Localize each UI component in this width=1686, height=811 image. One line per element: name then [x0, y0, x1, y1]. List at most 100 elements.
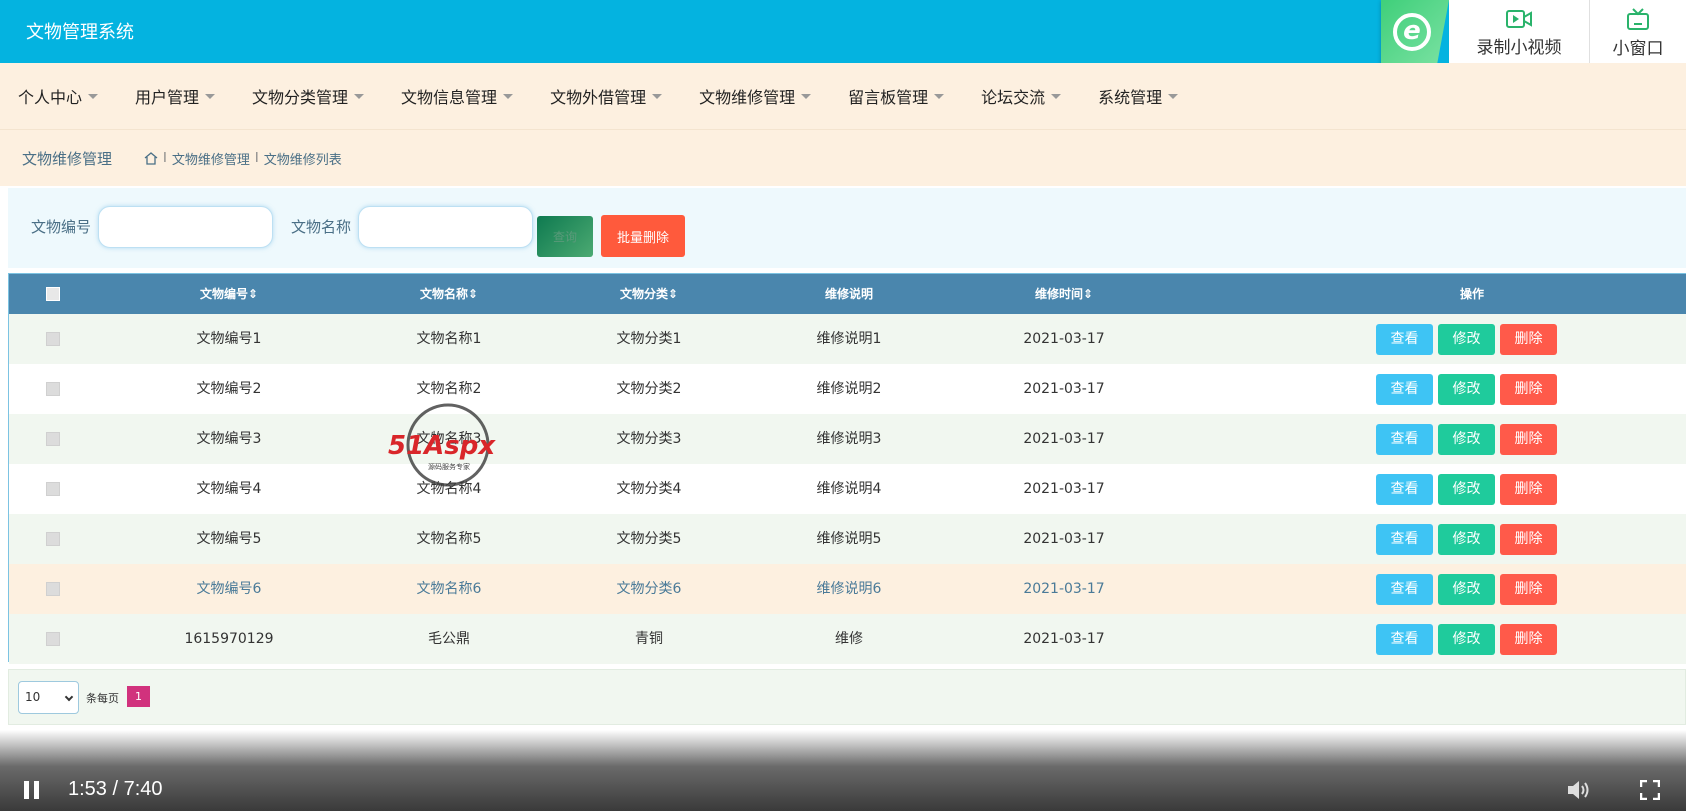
edit-button[interactable]: 修改	[1438, 474, 1495, 505]
delete-button[interactable]: 删除	[1500, 524, 1557, 555]
nav-item-info-management[interactable]: 文物信息管理	[401, 84, 514, 108]
cell-relic-id: 文物编号5	[196, 531, 262, 547]
video-player-controls: 1:53 / 7:40	[0, 730, 1686, 811]
breadcrumb-level2: 文物维修列表	[263, 153, 342, 168]
cell-relic-name: 毛公鼎	[428, 631, 470, 647]
nav-item-message-board[interactable]: 留言板管理	[848, 84, 945, 108]
nav-item-category-management[interactable]: 文物分类管理	[252, 84, 365, 108]
mini-window-label: 小窗口	[1612, 38, 1664, 59]
view-button[interactable]: 查看	[1376, 624, 1433, 655]
col-relic-id[interactable]: 文物编号⇕	[159, 274, 299, 314]
video-time: 1:53 / 7:40	[68, 778, 163, 800]
select-all-checkbox[interactable]	[46, 287, 60, 301]
table-row: 文物编号1 文物名称1 文物分类1 维修说明1 2021-03-17 查看 修改 删除	[9, 314, 1686, 364]
nav-item-repair-management[interactable]: 文物维修管理	[699, 84, 812, 108]
row-checkbox[interactable]	[46, 482, 60, 496]
edit-button[interactable]: 修改	[1438, 624, 1495, 655]
breadcrumb: I 文物维修管理 I 文物维修列表	[144, 149, 342, 168]
fullscreen-icon[interactable]	[1640, 780, 1660, 800]
edit-button[interactable]: 修改	[1438, 374, 1495, 405]
nav-item-personal-center[interactable]: 个人中心	[18, 84, 99, 108]
table-row: 1615970129 毛公鼎 青铜 维修 2021-03-17 查看 修改 删除	[9, 614, 1686, 664]
cell-relic-id: 文物编号1	[196, 331, 262, 347]
edit-button[interactable]: 修改	[1438, 524, 1495, 555]
page-title: 文物维修管理	[22, 150, 113, 168]
cell-relic-category: 青铜	[635, 631, 663, 647]
pause-button[interactable]	[24, 781, 40, 799]
app-title: 文物管理系统	[26, 22, 134, 43]
delete-button[interactable]: 删除	[1500, 324, 1557, 355]
caret-down-icon	[934, 93, 945, 99]
row-checkbox[interactable]	[46, 532, 60, 546]
view-button[interactable]: 查看	[1376, 524, 1433, 555]
page-size-select[interactable]: 10	[18, 681, 79, 714]
breadcrumb-level1[interactable]: 文物维修管理	[172, 149, 250, 168]
cell-repair-time: 2021-03-17	[1023, 331, 1105, 347]
repair-table: 文物编号⇕ 文物名称⇕ 文物分类⇕ 维修说明 维修时间⇕ 操作 文物编号1 文物名…	[8, 273, 1686, 664]
view-button[interactable]: 查看	[1376, 324, 1433, 355]
cell-relic-category: 文物分类6	[616, 581, 682, 597]
view-button[interactable]: 查看	[1376, 474, 1433, 505]
delete-button[interactable]: 删除	[1500, 574, 1557, 605]
edit-button[interactable]: 修改	[1438, 574, 1495, 605]
view-button[interactable]: 查看	[1376, 374, 1433, 405]
col-relic-name[interactable]: 文物名称⇕	[379, 274, 519, 314]
edit-button[interactable]: 修改	[1438, 324, 1495, 355]
edit-button[interactable]: 修改	[1438, 424, 1495, 455]
cell-repair-desc: 维修说明2	[816, 381, 882, 397]
col-repair-time[interactable]: 维修时间⇕	[994, 274, 1134, 314]
col-repair-desc: 维修说明	[824, 287, 873, 301]
delete-button[interactable]: 删除	[1500, 374, 1557, 405]
row-checkbox[interactable]	[46, 632, 60, 646]
per-page-label: 条每页	[86, 692, 119, 705]
table-row: 文物编号5 文物名称5 文物分类5 维修说明5 2021-03-17 查看 修改 删除	[9, 514, 1686, 564]
col-relic-category[interactable]: 文物分类⇕	[579, 274, 719, 314]
volume-icon[interactable]	[1566, 779, 1592, 801]
cell-relic-id: 1615970129	[184, 631, 274, 647]
nav-item-system-management[interactable]: 系统管理	[1098, 84, 1179, 108]
cell-repair-desc: 维修说明4	[816, 481, 882, 497]
tv-icon	[1627, 7, 1649, 30]
relic-id-input[interactable]	[98, 206, 273, 248]
cell-relic-name: 文物名称3	[416, 431, 482, 447]
delete-button[interactable]: 删除	[1500, 474, 1557, 505]
relic-name-input[interactable]	[358, 206, 533, 248]
nav-item-user-management[interactable]: 用户管理	[135, 84, 216, 108]
caret-down-icon	[205, 93, 216, 99]
ie-logo-block: e	[1381, 0, 1449, 66]
cell-relic-name: 文物名称4	[416, 481, 482, 497]
cell-relic-id: 文物编号3	[196, 431, 262, 447]
caret-down-icon	[652, 93, 663, 99]
view-button[interactable]: 查看	[1376, 574, 1433, 605]
caret-down-icon	[1051, 93, 1062, 99]
cell-relic-name: 文物名称1	[416, 331, 482, 347]
delete-button[interactable]: 删除	[1500, 424, 1557, 455]
record-video-button[interactable]: 录制小视频	[1449, 0, 1589, 66]
cell-repair-desc: 维修说明6	[816, 581, 882, 597]
pagination: 10 条每页 1	[8, 669, 1686, 725]
row-checkbox[interactable]	[46, 332, 60, 346]
mini-window-button[interactable]: 小窗口	[1589, 0, 1686, 66]
home-icon[interactable]	[144, 152, 158, 165]
row-checkbox[interactable]	[46, 582, 60, 596]
search-button[interactable]: 查询	[537, 216, 593, 257]
cell-repair-time: 2021-03-17	[1023, 431, 1105, 447]
view-button[interactable]: 查看	[1376, 424, 1433, 455]
cell-relic-category: 文物分类3	[616, 431, 682, 447]
row-checkbox[interactable]	[46, 382, 60, 396]
table-header: 文物编号⇕ 文物名称⇕ 文物分类⇕ 维修说明 维修时间⇕ 操作	[9, 274, 1686, 314]
row-checkbox[interactable]	[46, 432, 60, 446]
cell-relic-id: 文物编号4	[196, 481, 262, 497]
nav-item-forum[interactable]: 论坛交流	[981, 84, 1062, 108]
nav-item-loan-management[interactable]: 文物外借管理	[550, 84, 663, 108]
cell-repair-desc: 维修	[835, 631, 863, 647]
batch-delete-button[interactable]: 批量删除	[601, 215, 685, 257]
video-camera-icon	[1506, 9, 1532, 28]
table-row: 文物编号3 文物名称3 文物分类3 维修说明3 2021-03-17 查看 修改 删除	[9, 414, 1686, 464]
cell-relic-category: 文物分类4	[616, 481, 682, 497]
delete-button[interactable]: 删除	[1500, 624, 1557, 655]
cell-relic-name: 文物名称5	[416, 531, 482, 547]
page-number-current[interactable]: 1	[127, 686, 150, 707]
cell-relic-category: 文物分类1	[616, 331, 682, 347]
cell-repair-time: 2021-03-17	[1023, 581, 1105, 597]
